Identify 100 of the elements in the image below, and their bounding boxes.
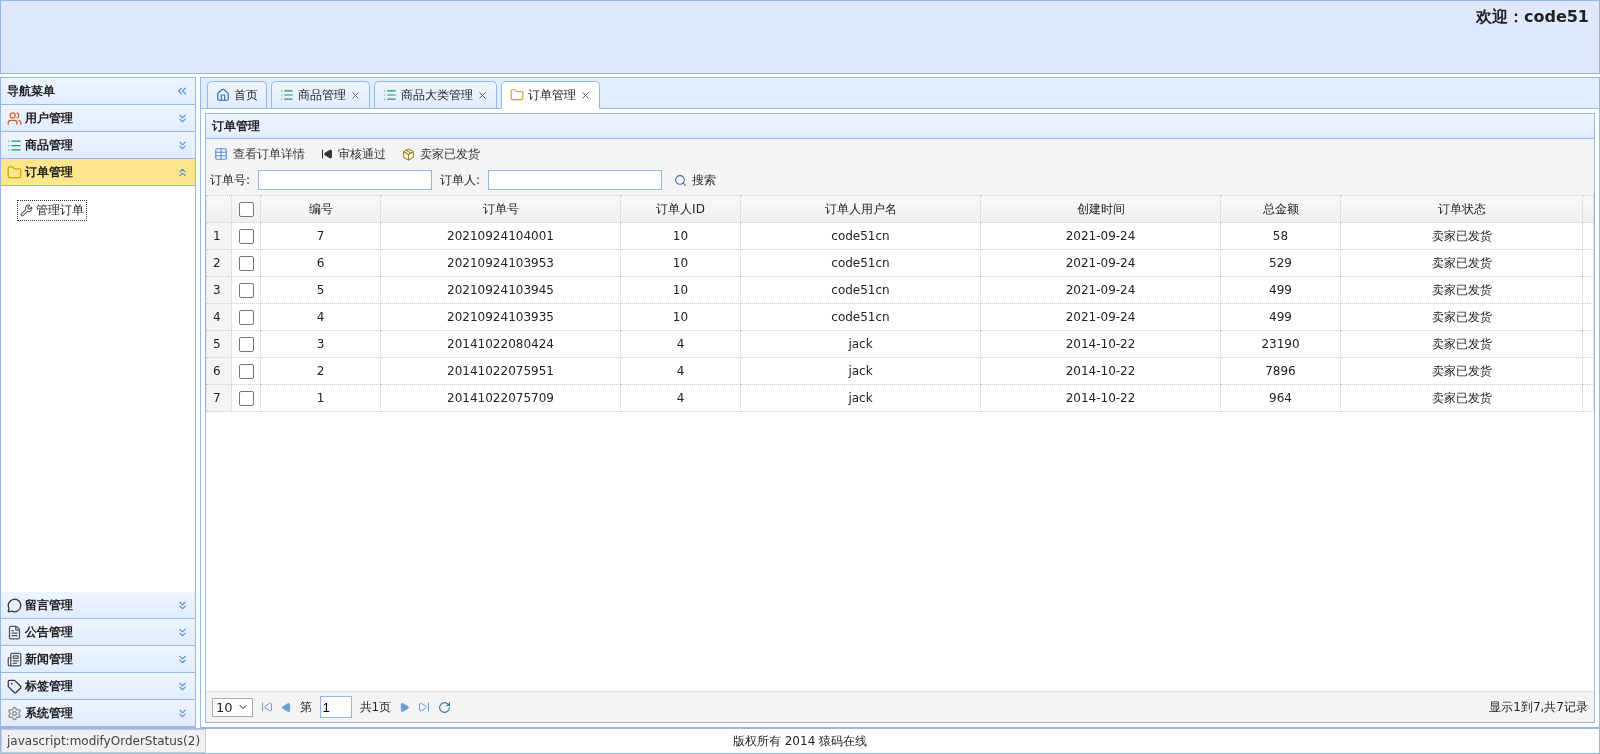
table-cell: 20210924104001 bbox=[380, 222, 621, 250]
close-icon[interactable] bbox=[350, 89, 361, 101]
table-cell: 3 bbox=[260, 330, 381, 358]
accordion-header[interactable]: 标签管理 bbox=[1, 673, 195, 700]
search-icon bbox=[674, 173, 688, 187]
table-cell: 20141022080424 bbox=[380, 330, 621, 358]
first-page-icon[interactable] bbox=[260, 701, 273, 713]
checkbox[interactable] bbox=[238, 309, 254, 325]
column-header[interactable]: 编号 bbox=[260, 195, 381, 223]
record-summary: 显示1到7,共7记录 bbox=[1489, 698, 1588, 716]
checkbox[interactable] bbox=[238, 336, 254, 352]
checkbox[interactable] bbox=[238, 255, 254, 271]
table-cell: 7 bbox=[260, 222, 381, 250]
table-cell: 4 bbox=[620, 384, 741, 412]
column-header[interactable]: 订单人ID bbox=[620, 195, 741, 223]
checkbox[interactable] bbox=[238, 228, 254, 244]
menu-item[interactable]: 管理订单 bbox=[17, 200, 87, 221]
tab[interactable]: 商品大类管理 bbox=[374, 81, 497, 108]
table-cell: 2021-09-24 bbox=[980, 222, 1221, 250]
search-field[interactable] bbox=[488, 170, 663, 190]
table-cell: 10 bbox=[620, 276, 741, 304]
toolbar-button[interactable]: 查看订单详情 bbox=[210, 143, 309, 165]
column-header[interactable]: 总金额 bbox=[1220, 195, 1341, 223]
accordion-header[interactable]: 新闻管理 bbox=[1, 646, 195, 673]
toolbar-button[interactable]: 卖家已发货 bbox=[398, 143, 484, 165]
table-cell: 20141022075951 bbox=[380, 357, 621, 385]
row-number: 3 bbox=[206, 276, 232, 304]
table-cell: 20210924103953 bbox=[380, 249, 621, 277]
section-icon bbox=[7, 651, 22, 667]
table-cell: code51cn bbox=[740, 303, 981, 331]
table-cell: 23190 bbox=[1220, 330, 1341, 358]
previous-page-icon[interactable] bbox=[280, 701, 292, 713]
table-cell: 1 bbox=[260, 384, 381, 412]
table-cell: 6 bbox=[260, 249, 381, 277]
table-cell: 2 bbox=[260, 357, 381, 385]
accordion-header[interactable]: 商品管理 bbox=[1, 132, 195, 159]
column-header[interactable]: 订单状态 bbox=[1340, 195, 1583, 223]
next-page-icon[interactable] bbox=[399, 701, 411, 713]
close-icon[interactable] bbox=[477, 89, 488, 101]
tab[interactable]: 首页 bbox=[207, 81, 267, 108]
table-cell: 10 bbox=[620, 222, 741, 250]
checkbox[interactable] bbox=[238, 390, 254, 406]
sidebar-title: 导航菜单 bbox=[7, 82, 55, 100]
table-cell: 2021-09-24 bbox=[980, 303, 1221, 331]
table-cell: 卖家已发货 bbox=[1340, 276, 1583, 304]
table-icon bbox=[214, 147, 228, 161]
table-cell: 4 bbox=[620, 357, 741, 385]
table-cell: 20141022075709 bbox=[380, 384, 621, 412]
section-icon bbox=[7, 164, 22, 180]
field-label: 订单人: bbox=[440, 171, 481, 189]
checkbox[interactable] bbox=[238, 363, 254, 379]
accordion-header[interactable]: 留言管理 bbox=[1, 592, 195, 619]
table-cell: 4 bbox=[260, 303, 381, 331]
table-cell: jack bbox=[740, 357, 981, 385]
table-cell: 20210924103945 bbox=[380, 276, 621, 304]
page-field[interactable]: 1 bbox=[319, 696, 352, 718]
column-header[interactable]: 创建时间 bbox=[980, 195, 1221, 223]
column-header[interactable]: 订单人用户名 bbox=[740, 195, 981, 223]
accordion-header[interactable]: 订单管理 bbox=[1, 159, 195, 186]
table-cell: jack bbox=[740, 330, 981, 358]
table-cell: 2021-09-24 bbox=[980, 276, 1221, 304]
page-count: 共1页 bbox=[359, 698, 392, 716]
row-number: 4 bbox=[206, 303, 232, 331]
table-cell: 卖家已发货 bbox=[1340, 330, 1583, 358]
accordion-header[interactable]: 公告管理 bbox=[1, 619, 195, 646]
folder-icon bbox=[510, 88, 524, 102]
checkbox[interactable] bbox=[238, 282, 254, 298]
accordion-header[interactable]: 用户管理 bbox=[1, 105, 195, 132]
table-cell: 5 bbox=[260, 276, 381, 304]
collapse-icon[interactable] bbox=[175, 84, 189, 98]
section-icon bbox=[7, 678, 22, 694]
search-field[interactable] bbox=[258, 170, 433, 190]
panel-title: 订单管理 bbox=[205, 113, 1595, 139]
tab[interactable]: 商品管理 bbox=[271, 81, 370, 108]
home-icon bbox=[216, 88, 230, 102]
toolbar-button[interactable]: 审核通过 bbox=[317, 143, 390, 165]
section-icon bbox=[7, 597, 22, 613]
page-size-select[interactable]: 10 bbox=[212, 697, 253, 717]
table-cell: 卖家已发货 bbox=[1340, 303, 1583, 331]
accordion-header[interactable]: 系统管理 bbox=[1, 700, 195, 727]
table-cell: 499 bbox=[1220, 303, 1341, 331]
list-icon bbox=[383, 88, 397, 102]
table-cell: 2014-10-22 bbox=[980, 330, 1221, 358]
table-cell: code51cn bbox=[740, 276, 981, 304]
table-cell: 卖家已发货 bbox=[1340, 357, 1583, 385]
status-link-text: javascript:modifyOrderStatus(2) bbox=[1, 729, 207, 753]
column-header[interactable]: 订单号 bbox=[380, 195, 621, 223]
tab[interactable]: 订单管理 bbox=[501, 81, 600, 109]
refresh-icon[interactable] bbox=[438, 700, 452, 714]
search-button[interactable]: 搜索 bbox=[670, 169, 721, 191]
close-icon[interactable] bbox=[580, 89, 591, 101]
last-page-icon[interactable] bbox=[418, 701, 431, 713]
row-number: 7 bbox=[206, 384, 232, 412]
table-cell: code51cn bbox=[740, 249, 981, 277]
table-cell: 卖家已发货 bbox=[1340, 222, 1583, 250]
row-number: 5 bbox=[206, 330, 232, 358]
package-icon bbox=[402, 147, 415, 161]
checkbox[interactable] bbox=[238, 201, 254, 217]
table-cell: 卖家已发货 bbox=[1340, 249, 1583, 277]
skip-back-icon bbox=[321, 148, 333, 160]
